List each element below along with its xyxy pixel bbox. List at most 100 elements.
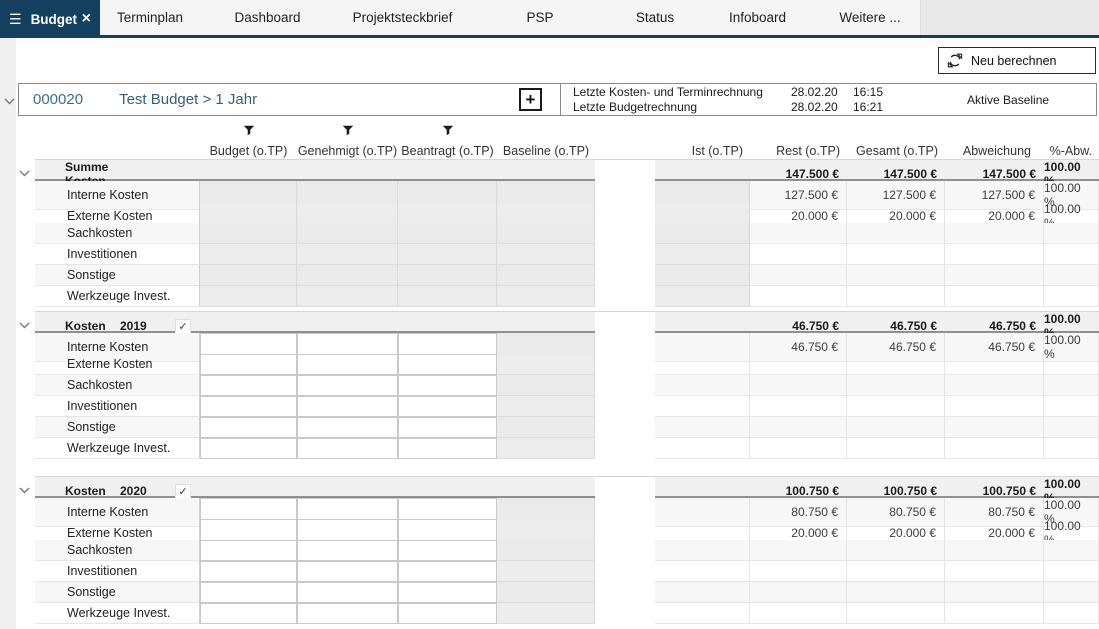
budget-cell — [200, 286, 297, 307]
spacer-cell — [595, 396, 655, 417]
column-header-beantragt: Beantragt (o.TP) — [398, 139, 497, 158]
group-expand-chevron-icon[interactable] — [19, 481, 30, 499]
genehmigt-cell[interactable] — [297, 603, 398, 624]
budget-cell[interactable] — [200, 375, 297, 396]
beantragt-cell[interactable] — [398, 603, 497, 624]
budget-cell[interactable] — [200, 582, 297, 603]
spacer-cell — [595, 417, 655, 438]
budget-row-sonstige: Sonstige — [35, 265, 1099, 286]
pabw-value — [1044, 223, 1099, 244]
gesamt-value — [847, 396, 945, 417]
beantragt-cell[interactable] — [398, 417, 497, 438]
budget-cell[interactable] — [200, 438, 297, 459]
row-label: Werkzeuge Invest. — [35, 603, 200, 624]
row-label: Werkzeuge Invest. — [35, 438, 200, 459]
baseline-cell — [497, 438, 595, 459]
filter-row — [35, 123, 1099, 139]
beantragt-cell[interactable] — [398, 561, 497, 582]
tab-label: Terminplan — [117, 10, 183, 25]
ist-cell — [655, 438, 750, 459]
genehmigt-cell — [297, 265, 398, 286]
budget-row-werkzeuge-invest: Werkzeuge Invest. — [35, 603, 1099, 624]
group-header-row: Summe Kosten147.500 €147.500 €147.500 €1… — [35, 159, 1099, 181]
spacer-cell — [595, 603, 655, 624]
genehmigt-cell[interactable] — [297, 396, 398, 417]
calculation-info-label: Letzte Budgetrechnung — [573, 100, 791, 115]
spacer-cell — [595, 223, 655, 244]
ist-cell — [655, 603, 750, 624]
abweichung-value — [945, 396, 1044, 417]
budget-cell[interactable] — [200, 603, 297, 624]
beantragt-cell[interactable] — [398, 438, 497, 459]
budget-row-interne-kosten: Interne Kosten127.500 €127.500 €127.500 … — [35, 181, 1099, 202]
budget-row-werkzeuge-invest: Werkzeuge Invest. — [35, 438, 1099, 459]
tab-projektsteckbrief[interactable]: Projektsteckbrief — [335, 0, 470, 35]
tab-dashboard[interactable]: Dashboard — [200, 0, 335, 35]
budget-cell[interactable] — [200, 354, 297, 375]
baseline-cell — [497, 603, 595, 624]
beantragt-cell[interactable] — [398, 540, 497, 561]
project-id: 000020 — [19, 91, 83, 108]
group-active-checkbox[interactable]: ✓ — [175, 484, 191, 499]
recalculate-button[interactable]: Neu berechnen — [938, 47, 1096, 74]
tab-psp[interactable]: PSP — [470, 0, 610, 35]
tab-status[interactable]: Status — [610, 0, 700, 35]
budget-cell[interactable] — [200, 540, 297, 561]
abweichung-value — [945, 223, 1044, 244]
abweichung-value — [945, 540, 1044, 561]
genehmigt-cell — [297, 223, 398, 244]
budget-section-summe-kosten: Summe Kosten147.500 €147.500 €147.500 €1… — [35, 159, 1099, 307]
project-expand-chevron-icon[interactable] — [4, 92, 15, 110]
close-tab-icon[interactable]: × — [82, 11, 91, 27]
toolbar: Neu berechnen — [0, 38, 1099, 83]
budget-cell[interactable] — [200, 417, 297, 438]
tab-label: Projektsteckbrief — [353, 10, 453, 25]
tab-infoboard[interactable]: Infoboard — [700, 0, 815, 35]
pabw-value — [1044, 540, 1099, 561]
abweichung-value — [945, 375, 1044, 396]
column-header-genehmigt: Genehmigt (o.TP) — [297, 139, 398, 158]
genehmigt-cell[interactable] — [297, 354, 398, 375]
genehmigt-cell[interactable] — [297, 561, 398, 582]
spacer-cell — [595, 582, 655, 603]
genehmigt-cell[interactable] — [297, 582, 398, 603]
tab-bar: ☰ Budget × Terminplan Dashboard Projektste… — [0, 0, 1099, 38]
budget-cell[interactable] — [200, 561, 297, 582]
row-label: Sachkosten — [35, 375, 200, 396]
pabw-value — [1044, 354, 1099, 375]
pabw-value — [1044, 582, 1099, 603]
row-label: Investitionen — [35, 561, 200, 582]
budget-cell — [200, 223, 297, 244]
genehmigt-cell[interactable] — [297, 540, 398, 561]
column-header-budget: Budget (o.TP) — [200, 139, 297, 158]
beantragt-cell[interactable] — [398, 582, 497, 603]
row-label: Sachkosten — [35, 223, 200, 244]
beantragt-cell[interactable] — [398, 375, 497, 396]
genehmigt-cell[interactable] — [297, 438, 398, 459]
add-button[interactable]: + — [519, 88, 542, 111]
group-active-checkbox[interactable]: ✓ — [175, 319, 191, 334]
budget-cell[interactable] — [200, 396, 297, 417]
genehmigt-cell[interactable] — [297, 417, 398, 438]
rest-value — [750, 286, 847, 307]
tab-label: Infoboard — [729, 10, 786, 25]
gesamt-value — [847, 417, 945, 438]
ist-cell — [655, 582, 750, 603]
tab-weitere[interactable]: Weitere ... — [815, 0, 925, 35]
rest-value — [750, 354, 847, 375]
ist-cell — [655, 561, 750, 582]
rest-value — [750, 438, 847, 459]
tab-terminplan[interactable]: Terminplan — [100, 0, 200, 35]
tab-budget[interactable]: ☰ Budget × — [0, 0, 100, 38]
hamburger-menu-icon[interactable]: ☰ — [9, 11, 22, 28]
check-icon: ✓ — [178, 485, 187, 498]
beantragt-cell[interactable] — [398, 354, 497, 375]
spacer-cell — [595, 244, 655, 265]
genehmigt-cell[interactable] — [297, 375, 398, 396]
beantragt-cell[interactable] — [398, 396, 497, 417]
group-expand-chevron-icon[interactable] — [19, 164, 30, 182]
budget-section-kosten-2020: Kosten2020✓100.750 €100.750 €100.750 €10… — [35, 476, 1099, 624]
calculation-info-date: 28.02.20 — [791, 85, 853, 100]
group-expand-chevron-icon[interactable] — [19, 316, 30, 334]
row-label: Sonstige — [35, 417, 200, 438]
